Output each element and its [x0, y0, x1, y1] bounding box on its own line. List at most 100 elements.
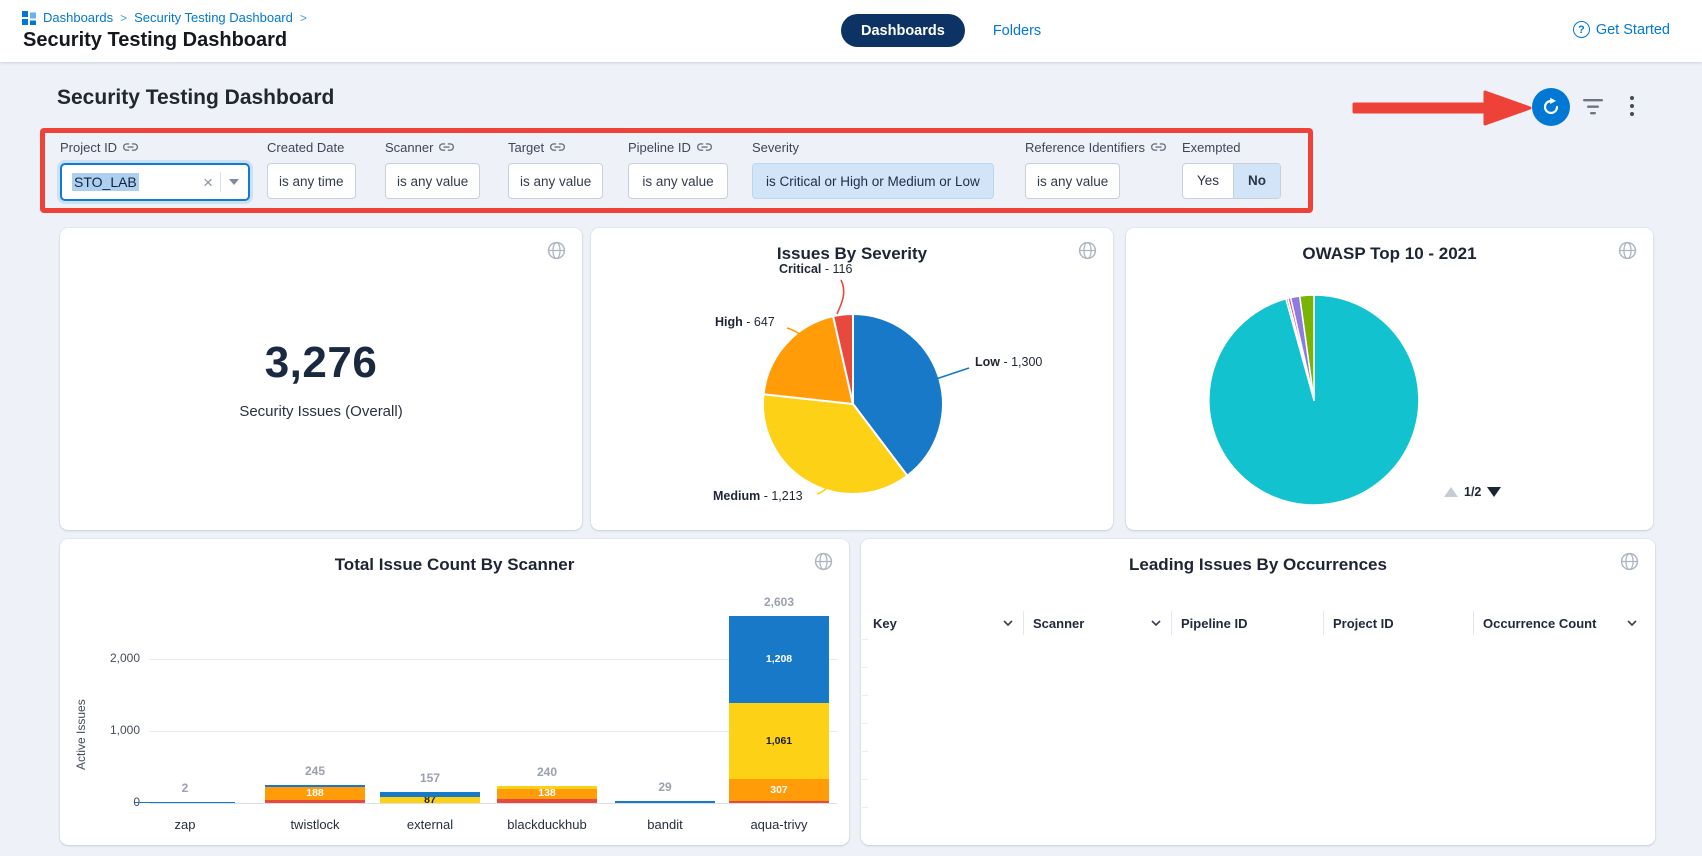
bar-segment-low[interactable]: [380, 792, 480, 797]
stat-content: 3,276 Security Issues (Overall): [60, 228, 582, 530]
view-tabs: Dashboards Folders: [841, 14, 1041, 47]
filter-target-label: Target: [508, 140, 544, 155]
bar-total-label: 245: [265, 764, 365, 778]
bar-total-label: 2: [135, 781, 235, 795]
severity-filter-chip[interactable]: is Critical or High or Medium or Low: [752, 163, 994, 199]
tile-total-issue-count-by-scanner: Total Issue Count By Scanner 2,000 1,000…: [60, 539, 849, 845]
pie-label-medium: Medium - 1,213: [713, 489, 803, 503]
breadcrumb-current-dashboard[interactable]: Security Testing Dashboard: [134, 10, 293, 25]
dropdown-caret-icon[interactable]: [229, 179, 239, 185]
filter-reference-identifiers: Reference Identifiers is any value: [1025, 139, 1166, 199]
pipeline-id-filter-chip[interactable]: is any value: [628, 163, 728, 199]
bar-segment-high[interactable]: 307: [729, 779, 829, 801]
bar-segment-low[interactable]: 1,208: [729, 616, 829, 703]
more-options-kebab-icon[interactable]: [1629, 95, 1635, 124]
breadcrumb-separator: >: [300, 11, 307, 25]
bar-category-label: zap: [125, 817, 245, 832]
get-started-label: Get Started: [1596, 22, 1670, 38]
x-axis-line: [150, 803, 837, 804]
pie-label-low: Low - 1,300: [975, 355, 1042, 369]
link-icon: [697, 141, 712, 153]
bar-segment-critical[interactable]: [497, 799, 597, 803]
column-header-key[interactable]: Key: [873, 611, 1023, 635]
project-id-input[interactable]: STO_LAB ×: [60, 163, 250, 201]
page-indicator: 1/2: [1464, 485, 1481, 499]
bar-segment-medium[interactable]: [497, 786, 597, 789]
column-header-occurrence-count[interactable]: Occurrence Count: [1473, 611, 1647, 635]
filter-created-date-label: Created Date: [267, 140, 344, 155]
breadcrumb-dashboards[interactable]: Dashboards: [43, 10, 113, 25]
tab-folders[interactable]: Folders: [993, 23, 1041, 39]
refresh-dashboard-button[interactable]: [1532, 88, 1570, 126]
filter-pipeline-id-label: Pipeline ID: [628, 140, 691, 155]
input-divider: [220, 172, 221, 192]
bar-segment-high[interactable]: 188: [265, 787, 365, 801]
chart-title: Leading Issues By Occurrences: [861, 555, 1655, 575]
bar-category-label: bandit: [605, 817, 725, 832]
bar-total-label: 2,603: [729, 595, 829, 609]
tile-leading-issues-by-occurrences: Leading Issues By Occurrences Key Scanne…: [861, 539, 1655, 845]
breadcrumb: Dashboards > Security Testing Dashboard …: [22, 10, 307, 25]
stat-label: Security Issues (Overall): [239, 403, 402, 420]
scanner-filter-chip[interactable]: is any value: [385, 163, 480, 199]
tab-dashboards[interactable]: Dashboards: [841, 14, 965, 47]
column-header-scanner[interactable]: Scanner: [1023, 611, 1171, 635]
top-navigation-bar: Dashboards > Security Testing Dashboard …: [0, 0, 1702, 62]
breadcrumb-separator: >: [120, 11, 127, 25]
link-icon: [550, 141, 565, 153]
page-up-icon[interactable]: [1444, 487, 1458, 497]
project-id-value: STO_LAB: [72, 173, 139, 191]
filter-created-date: Created Date is any time: [267, 139, 356, 199]
pie-label-critical: Critical - 116: [779, 262, 852, 276]
reference-identifiers-filter-chip[interactable]: is any value: [1025, 163, 1120, 199]
owasp-pie-chart: [1126, 228, 1653, 530]
table-header-row: Key Scanner Pipeline ID Project ID Occur…: [873, 611, 1647, 635]
clear-value-icon[interactable]: ×: [203, 174, 213, 191]
chevron-down-icon: [1151, 620, 1161, 626]
exempted-toggle: Yes No: [1182, 163, 1281, 199]
link-icon: [439, 141, 454, 153]
dashboards-grid-icon: [22, 11, 36, 25]
bar-segment-low[interactable]: [135, 802, 235, 803]
y-axis-label: Active Issues: [74, 667, 88, 803]
created-date-filter-chip[interactable]: is any time: [267, 163, 356, 199]
bar-total-label: 29: [615, 780, 715, 794]
bar-segment-critical[interactable]: [729, 801, 829, 803]
page-down-icon[interactable]: [1487, 487, 1501, 497]
bar-segment-low[interactable]: [265, 785, 365, 786]
filter-target: Target is any value: [508, 139, 603, 199]
screen: Dashboards > Security Testing Dashboard …: [0, 0, 1702, 856]
globe-icon[interactable]: [1620, 552, 1639, 571]
pie-pagination: 1/2: [1444, 485, 1501, 499]
bar-segment-medium[interactable]: 1,061: [729, 703, 829, 779]
column-header-pipeline-id[interactable]: Pipeline ID: [1171, 611, 1323, 635]
bar-segment-low[interactable]: [615, 801, 715, 803]
exempted-no-option[interactable]: No: [1234, 164, 1280, 198]
get-started-link[interactable]: ? Get Started: [1573, 21, 1670, 38]
column-header-project-id[interactable]: Project ID: [1323, 611, 1473, 635]
exempted-yes-option[interactable]: Yes: [1183, 164, 1234, 198]
bar-segment-high[interactable]: 138: [497, 789, 597, 799]
filter-severity: Severity is Critical or High or Medium o…: [752, 139, 994, 199]
link-icon: [123, 141, 138, 153]
filter-project-id: Project ID STO_LAB ×: [60, 139, 250, 201]
filter-severity-label: Severity: [752, 140, 799, 155]
dashboard-filters-icon[interactable]: [1580, 98, 1606, 121]
page-title: Security Testing Dashboard: [23, 29, 287, 52]
filter-reference-identifiers-label: Reference Identifiers: [1025, 140, 1145, 155]
filter-pipeline-id: Pipeline ID is any value: [628, 139, 728, 199]
bar-segment-critical[interactable]: [265, 800, 365, 803]
bar-segment-medium[interactable]: 87: [380, 797, 480, 803]
bar-category-label: external: [370, 817, 490, 832]
bar-chart-plot-area: 2,000 1,000 0 Active Issues 2zap188245tw…: [60, 539, 849, 845]
refresh-icon: [1541, 97, 1561, 117]
leader-line-critical: [837, 280, 844, 314]
stat-value: 3,276: [265, 338, 378, 388]
filter-project-id-label: Project ID: [60, 140, 117, 155]
chevron-down-icon: [1003, 620, 1013, 626]
bar-segment-value-label: 138: [538, 788, 556, 799]
filter-exempted: Exempted Yes No: [1182, 139, 1281, 199]
chevron-down-icon: [1627, 620, 1637, 626]
target-filter-chip[interactable]: is any value: [508, 163, 603, 199]
tile-issues-by-severity: Issues By Severity Critical - 116 High -…: [591, 228, 1113, 530]
